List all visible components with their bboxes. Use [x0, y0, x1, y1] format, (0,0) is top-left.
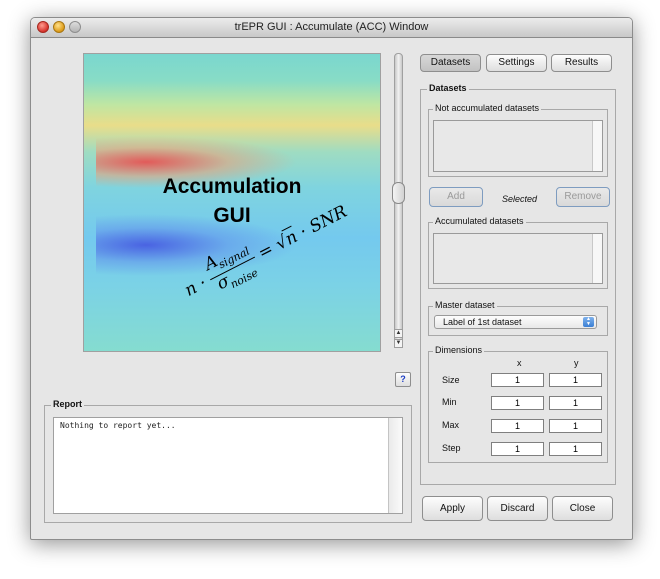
datasets-panel: Datasets Not accumulated datasets Add Se… [420, 83, 616, 485]
apply-button[interactable]: Apply [422, 496, 483, 521]
dim-size-y[interactable]: 1 [549, 373, 602, 387]
tab-results[interactable]: Results [551, 54, 612, 72]
dim-min-y[interactable]: 1 [549, 396, 602, 410]
dim-row-label: Max [442, 420, 460, 430]
report-textarea[interactable]: Nothing to report yet... [53, 417, 403, 514]
dimensions-col-y: y [574, 358, 579, 368]
remove-button[interactable]: Remove [556, 187, 610, 207]
accumulated-title: Accumulated datasets [433, 216, 526, 227]
dim-max-y[interactable]: 1 [549, 419, 602, 433]
add-button[interactable]: Add [429, 187, 483, 207]
not-accumulated-list[interactable] [433, 120, 603, 172]
master-dataset-group: Master dataset Label of 1st dataset ▲ ▼ [428, 300, 608, 336]
dim-step-x[interactable]: 1 [491, 442, 544, 456]
minimize-window-icon[interactable] [53, 21, 65, 33]
help-button[interactable]: ? [395, 372, 411, 387]
select-arrows-icon: ▲ ▼ [583, 317, 594, 327]
dim-min-x[interactable]: 1 [491, 396, 544, 410]
accumulated-list-scrollbar[interactable] [592, 234, 602, 283]
master-dataset-select[interactable]: Label of 1st dataset ▲ ▼ [434, 315, 597, 329]
dim-size-x[interactable]: 1 [491, 373, 544, 387]
selected-label: Selected [502, 194, 538, 204]
accumulated-group: Accumulated datasets [428, 216, 608, 289]
dimensions-col-x: x [517, 358, 522, 368]
dim-step-y[interactable]: 1 [549, 442, 602, 456]
zoom-window-icon[interactable] [69, 21, 81, 33]
tab-settings[interactable]: Settings [486, 54, 547, 72]
title-bar: trEPR GUI : Accumulate (ACC) Window [31, 18, 632, 38]
master-dataset-value: Label of 1st dataset [443, 317, 522, 327]
datasets-panel-title: Datasets [427, 83, 469, 94]
not-accumulated-list-scrollbar[interactable] [592, 121, 602, 171]
dim-row-label: Size [442, 375, 460, 385]
splash-image: Accumulation GUI n · Asignal σnoise = √n… [83, 53, 381, 352]
not-accumulated-title: Not accumulated datasets [433, 103, 542, 114]
image-slider-thumb[interactable] [392, 182, 405, 204]
report-text: Nothing to report yet... [60, 421, 176, 430]
dimensions-group: Dimensions x y Size 1 1 Min 1 1 Max 1 1 … [428, 345, 608, 463]
window-title: trEPR GUI : Accumulate (ACC) Window [234, 21, 429, 33]
dimensions-title: Dimensions [433, 345, 485, 356]
scroll-down-arrow[interactable]: ▼ [394, 339, 403, 348]
close-button[interactable]: Close [552, 496, 613, 521]
close-window-icon[interactable] [37, 21, 49, 33]
dim-row-label: Min [442, 397, 457, 407]
accumulated-list[interactable] [433, 233, 603, 284]
dim-max-x[interactable]: 1 [491, 419, 544, 433]
report-panel: Report Nothing to report yet... [44, 399, 412, 523]
report-title: Report [51, 399, 84, 410]
scroll-up-arrow[interactable]: ▲ [394, 329, 403, 338]
master-dataset-title: Master dataset [433, 300, 497, 311]
discard-button[interactable]: Discard [487, 496, 548, 521]
dim-row-label: Step [442, 443, 461, 453]
accumulate-window: trEPR GUI : Accumulate (ACC) Window Accu… [30, 17, 633, 540]
tab-datasets[interactable]: Datasets [420, 54, 481, 72]
report-scrollbar[interactable] [388, 418, 402, 513]
not-accumulated-group: Not accumulated datasets [428, 103, 608, 177]
